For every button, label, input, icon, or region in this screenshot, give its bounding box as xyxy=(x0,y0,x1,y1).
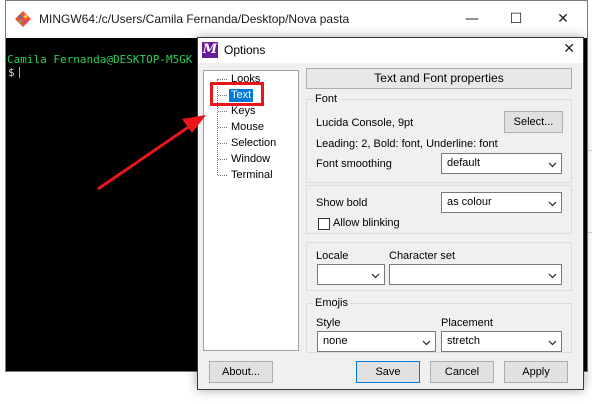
emoji-placement-select[interactable]: stretch xyxy=(441,331,562,352)
tree-item-keys[interactable]: Keys xyxy=(229,105,257,118)
select-font-button[interactable]: Select... xyxy=(504,111,563,133)
tree-connector xyxy=(218,159,227,160)
font-smoothing-label: Font smoothing xyxy=(316,158,392,170)
tree-item-terminal[interactable]: Terminal xyxy=(229,169,275,182)
about-button[interactable]: About... xyxy=(209,361,273,383)
chevron-down-icon xyxy=(548,162,557,168)
locale-label: Locale xyxy=(316,250,349,262)
tree-connector xyxy=(218,175,227,176)
show-bold-select[interactable]: as colour xyxy=(441,192,562,213)
font-smoothing-select[interactable]: default xyxy=(441,153,562,174)
show-bold-label: Show bold xyxy=(316,197,368,209)
chevron-down-icon xyxy=(548,273,557,279)
chevron-down-icon xyxy=(548,340,557,346)
chevron-down-icon xyxy=(548,201,557,207)
allow-blinking-label[interactable]: Allow blinking xyxy=(333,217,400,229)
emojis-group-label: Emojis xyxy=(313,297,351,309)
font-smoothing-value: default xyxy=(447,157,481,169)
dialog-title: Options xyxy=(224,43,266,57)
style-label: Style xyxy=(316,317,341,329)
maximize-button[interactable]: ☐ xyxy=(505,8,527,30)
font-group-label: Font xyxy=(313,93,340,105)
character-set-label: Character set xyxy=(389,250,456,262)
tree-connector xyxy=(218,143,227,144)
chevron-down-icon xyxy=(422,340,431,346)
tree-item-mouse[interactable]: Mouse xyxy=(229,121,266,134)
emoji-placement-value: stretch xyxy=(447,335,481,347)
emoji-style-select[interactable]: none xyxy=(317,331,436,352)
dialog-close-button[interactable]: ✕ xyxy=(563,41,575,57)
show-bold-value: as colour xyxy=(447,196,492,208)
apply-button[interactable]: Apply xyxy=(504,361,568,383)
tree-connector xyxy=(218,127,227,128)
locale-select[interactable] xyxy=(317,264,385,285)
background-divider xyxy=(588,232,592,233)
save-button[interactable]: Save xyxy=(356,361,420,383)
background-divider xyxy=(588,150,592,151)
font-value: Lucida Console, 9pt xyxy=(316,117,414,129)
placement-label: Placement xyxy=(441,317,493,329)
git-logo-icon xyxy=(15,11,31,27)
minimize-button[interactable]: — xyxy=(461,8,483,30)
tree-item-selection[interactable]: Selection xyxy=(229,137,278,150)
character-set-select[interactable] xyxy=(389,264,562,285)
panel-header: Text and Font properties xyxy=(306,68,572,89)
allow-blinking-checkbox[interactable] xyxy=(318,218,330,230)
close-button[interactable]: ✕ xyxy=(552,8,574,30)
font-details: Leading: 2, Bold: font, Underline: font xyxy=(316,138,498,150)
prompt-symbol: $ xyxy=(8,66,15,79)
terminal-title: MINGW64:/c/Users/Camila Fernanda/Desktop… xyxy=(39,12,350,26)
tree-connector xyxy=(218,79,227,80)
tree-item-window[interactable]: Window xyxy=(229,153,272,166)
chevron-down-icon xyxy=(371,273,380,279)
text-cursor xyxy=(19,67,20,78)
tree-connector xyxy=(218,111,227,112)
mintty-icon: M xyxy=(202,42,218,58)
options-tree[interactable]: Looks Text Keys Mouse Selection Window T… xyxy=(203,70,299,351)
annotation-highlight-box xyxy=(210,82,264,106)
dialog-titlebar[interactable]: M Options ✕ xyxy=(198,38,583,63)
prompt-user-host: Camila Fernanda@DESKTOP-M5GK xyxy=(7,53,193,66)
cancel-button[interactable]: Cancel xyxy=(430,361,494,383)
terminal-titlebar[interactable]: MINGW64:/c/Users/Camila Fernanda/Desktop… xyxy=(6,1,587,38)
emoji-style-value: none xyxy=(323,335,348,347)
